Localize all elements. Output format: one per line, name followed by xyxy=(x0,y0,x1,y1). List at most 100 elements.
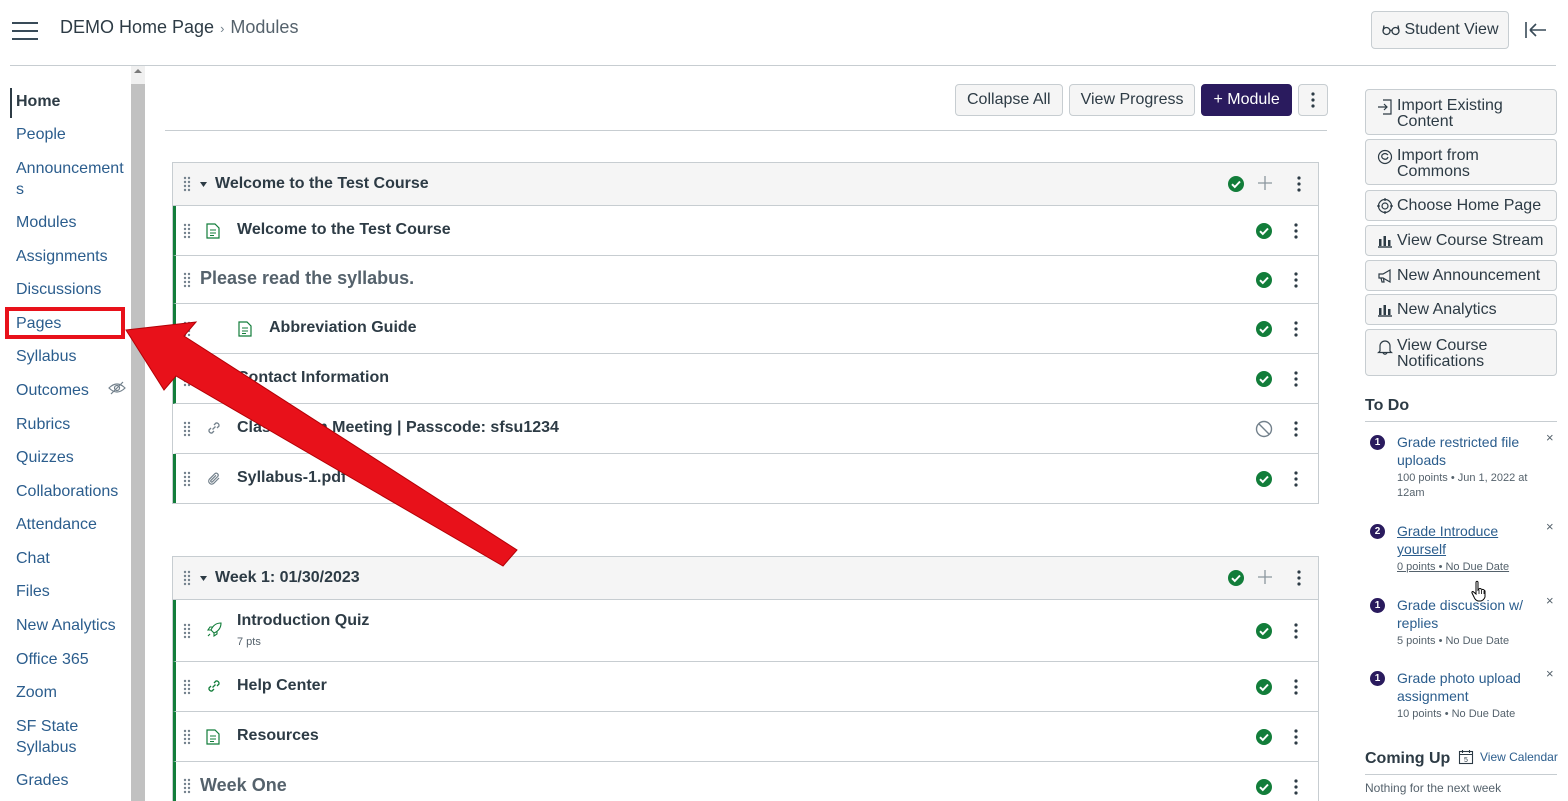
module-item-header[interactable]: Week One xyxy=(173,762,1318,801)
drag-handle-icon[interactable] xyxy=(183,321,191,337)
item-kebab-icon[interactable] xyxy=(1294,729,1298,745)
dismiss-close-icon[interactable]: × xyxy=(1546,519,1554,534)
todo-link[interactable]: Grade restricted file uploads xyxy=(1397,433,1532,469)
todo-link[interactable]: Grade photo upload assignment xyxy=(1397,669,1532,705)
module-item[interactable]: Abbreviation Guide xyxy=(173,304,1318,354)
item-kebab-icon[interactable] xyxy=(1294,421,1298,437)
drag-handle-icon[interactable] xyxy=(183,729,191,745)
nav-item-syllabus[interactable]: Syllabus xyxy=(16,346,76,367)
published-check-icon[interactable] xyxy=(1227,175,1245,193)
dismiss-close-icon[interactable]: × xyxy=(1546,666,1554,681)
item-title[interactable]: Abbreviation Guide xyxy=(269,319,417,337)
drag-handle-icon[interactable] xyxy=(183,778,191,794)
nav-item-chat[interactable]: Chat xyxy=(16,548,50,569)
view-progress-button[interactable]: View Progress xyxy=(1068,84,1196,116)
nav-item-assignments[interactable]: Assignments xyxy=(16,246,108,267)
item-title[interactable]: Contact Information xyxy=(237,369,389,387)
published-check-icon[interactable] xyxy=(1255,320,1273,338)
module-kebab-icon[interactable] xyxy=(1297,570,1301,586)
drag-handle-icon[interactable] xyxy=(183,623,191,639)
drag-handle-icon[interactable] xyxy=(183,471,191,487)
published-check-icon[interactable] xyxy=(1227,569,1245,587)
module-header[interactable]: Week 1: 01/30/2023 xyxy=(173,557,1318,600)
nav-item-office-365[interactable]: Office 365 xyxy=(16,649,89,670)
module-item[interactable]: Welcome to the Test Course xyxy=(173,206,1318,256)
published-check-icon[interactable] xyxy=(1255,728,1273,746)
drag-handle-icon[interactable] xyxy=(183,421,191,437)
item-title[interactable]: Help Center xyxy=(237,677,327,695)
nav-item-home[interactable]: Home xyxy=(16,91,60,112)
add-module-button[interactable]: + Module xyxy=(1201,84,1292,116)
item-kebab-icon[interactable] xyxy=(1294,371,1298,387)
nav-item-discussions[interactable]: Discussions xyxy=(16,279,101,300)
choose-home-page-button[interactable]: Choose Home Page xyxy=(1365,190,1557,221)
nav-item-announcements[interactable]: Announcement s xyxy=(16,158,124,200)
item-kebab-icon[interactable] xyxy=(1294,679,1298,695)
add-item-plus-icon[interactable] xyxy=(1258,570,1272,584)
item-title[interactable]: Welcome to the Test Course xyxy=(237,221,451,239)
module-item[interactable]: Class Zoom Meeting | Passcode: sfsu1234 xyxy=(173,404,1318,454)
item-kebab-icon[interactable] xyxy=(1294,471,1298,487)
view-course-stream-button[interactable]: View Course Stream xyxy=(1365,225,1557,256)
item-kebab-icon[interactable] xyxy=(1294,223,1298,239)
import-existing-content-button[interactable]: Import Existing Content xyxy=(1365,89,1557,135)
module-item[interactable]: Syllabus-1.pdf xyxy=(173,454,1318,503)
item-title[interactable]: Resources xyxy=(237,727,319,745)
drag-handle-icon[interactable] xyxy=(183,679,191,695)
drag-handle-icon[interactable] xyxy=(183,371,191,387)
module-item-header[interactable]: Please read the syllabus. xyxy=(173,256,1318,304)
published-check-icon[interactable] xyxy=(1255,271,1273,289)
nav-item-new-analytics[interactable]: New Analytics xyxy=(16,615,116,636)
item-title[interactable]: Introduction Quiz xyxy=(237,612,369,630)
caret-down-icon[interactable] xyxy=(200,576,207,581)
drag-handle-icon[interactable] xyxy=(183,223,191,239)
nav-item-quizzes[interactable]: Quizzes xyxy=(16,447,74,468)
module-item[interactable]: Contact Information xyxy=(173,354,1318,404)
published-check-icon[interactable] xyxy=(1255,678,1273,696)
collapse-all-button[interactable]: Collapse All xyxy=(955,84,1063,116)
caret-down-icon[interactable] xyxy=(200,182,207,187)
breadcrumb-course-link[interactable]: DEMO Home Page xyxy=(60,17,214,38)
item-title[interactable]: Class Zoom Meeting | Passcode: sfsu1234 xyxy=(237,419,559,437)
new-analytics-button[interactable]: New Analytics xyxy=(1365,294,1557,325)
item-title[interactable]: Syllabus-1.pdf xyxy=(237,469,346,487)
nav-item-files[interactable]: Files xyxy=(16,581,50,602)
nav-item-rubrics[interactable]: Rubrics xyxy=(16,414,70,435)
collapse-sidebar-icon[interactable] xyxy=(1524,20,1550,42)
dismiss-close-icon[interactable]: × xyxy=(1546,430,1554,445)
view-calendar-link[interactable]: 5 View Calendar xyxy=(1458,749,1558,765)
module-header[interactable]: Welcome to the Test Course xyxy=(173,163,1318,206)
todo-link[interactable]: Grade Introduce yourself xyxy=(1397,522,1532,558)
nav-scrollbar-thumb[interactable] xyxy=(131,84,145,801)
unpublished-icon[interactable] xyxy=(1255,420,1273,438)
student-view-button[interactable]: Student View xyxy=(1371,11,1509,49)
nav-item-modules[interactable]: Modules xyxy=(16,212,76,233)
nav-item-collaborations[interactable]: Collaborations xyxy=(16,481,118,502)
published-check-icon[interactable] xyxy=(1255,370,1273,388)
module-item[interactable]: Help Center xyxy=(173,662,1318,712)
item-kebab-icon[interactable] xyxy=(1294,779,1298,795)
item-kebab-icon[interactable] xyxy=(1294,321,1298,337)
nav-item-attendance[interactable]: Attendance xyxy=(16,514,97,535)
drag-handle-icon[interactable] xyxy=(183,176,191,192)
published-check-icon[interactable] xyxy=(1255,622,1273,640)
nav-item-people[interactable]: People xyxy=(16,124,66,145)
nav-item-outcomes[interactable]: Outcomes xyxy=(16,380,89,401)
scroll-up-arrow-icon[interactable] xyxy=(131,68,145,80)
view-course-notifications-button[interactable]: View Course Notifications xyxy=(1365,329,1557,376)
module-kebab-icon[interactable] xyxy=(1297,176,1301,192)
drag-handle-icon[interactable] xyxy=(183,570,191,586)
todo-meta[interactable]: 0 points • No Due Date xyxy=(1397,560,1537,575)
published-check-icon[interactable] xyxy=(1255,778,1273,796)
new-announcement-button[interactable]: New Announcement xyxy=(1365,260,1557,291)
nav-item-zoom[interactable]: Zoom xyxy=(16,682,57,703)
nav-item-grades[interactable]: Grades xyxy=(16,770,68,791)
add-item-plus-icon[interactable] xyxy=(1258,176,1272,190)
import-from-commons-button[interactable]: Import from Commons xyxy=(1365,139,1557,185)
dismiss-close-icon[interactable]: × xyxy=(1546,593,1554,608)
hamburger-menu-icon[interactable] xyxy=(12,22,40,42)
published-check-icon[interactable] xyxy=(1255,222,1273,240)
more-options-icon[interactable] xyxy=(1297,84,1328,116)
published-check-icon[interactable] xyxy=(1255,470,1273,488)
drag-handle-icon[interactable] xyxy=(183,272,191,288)
